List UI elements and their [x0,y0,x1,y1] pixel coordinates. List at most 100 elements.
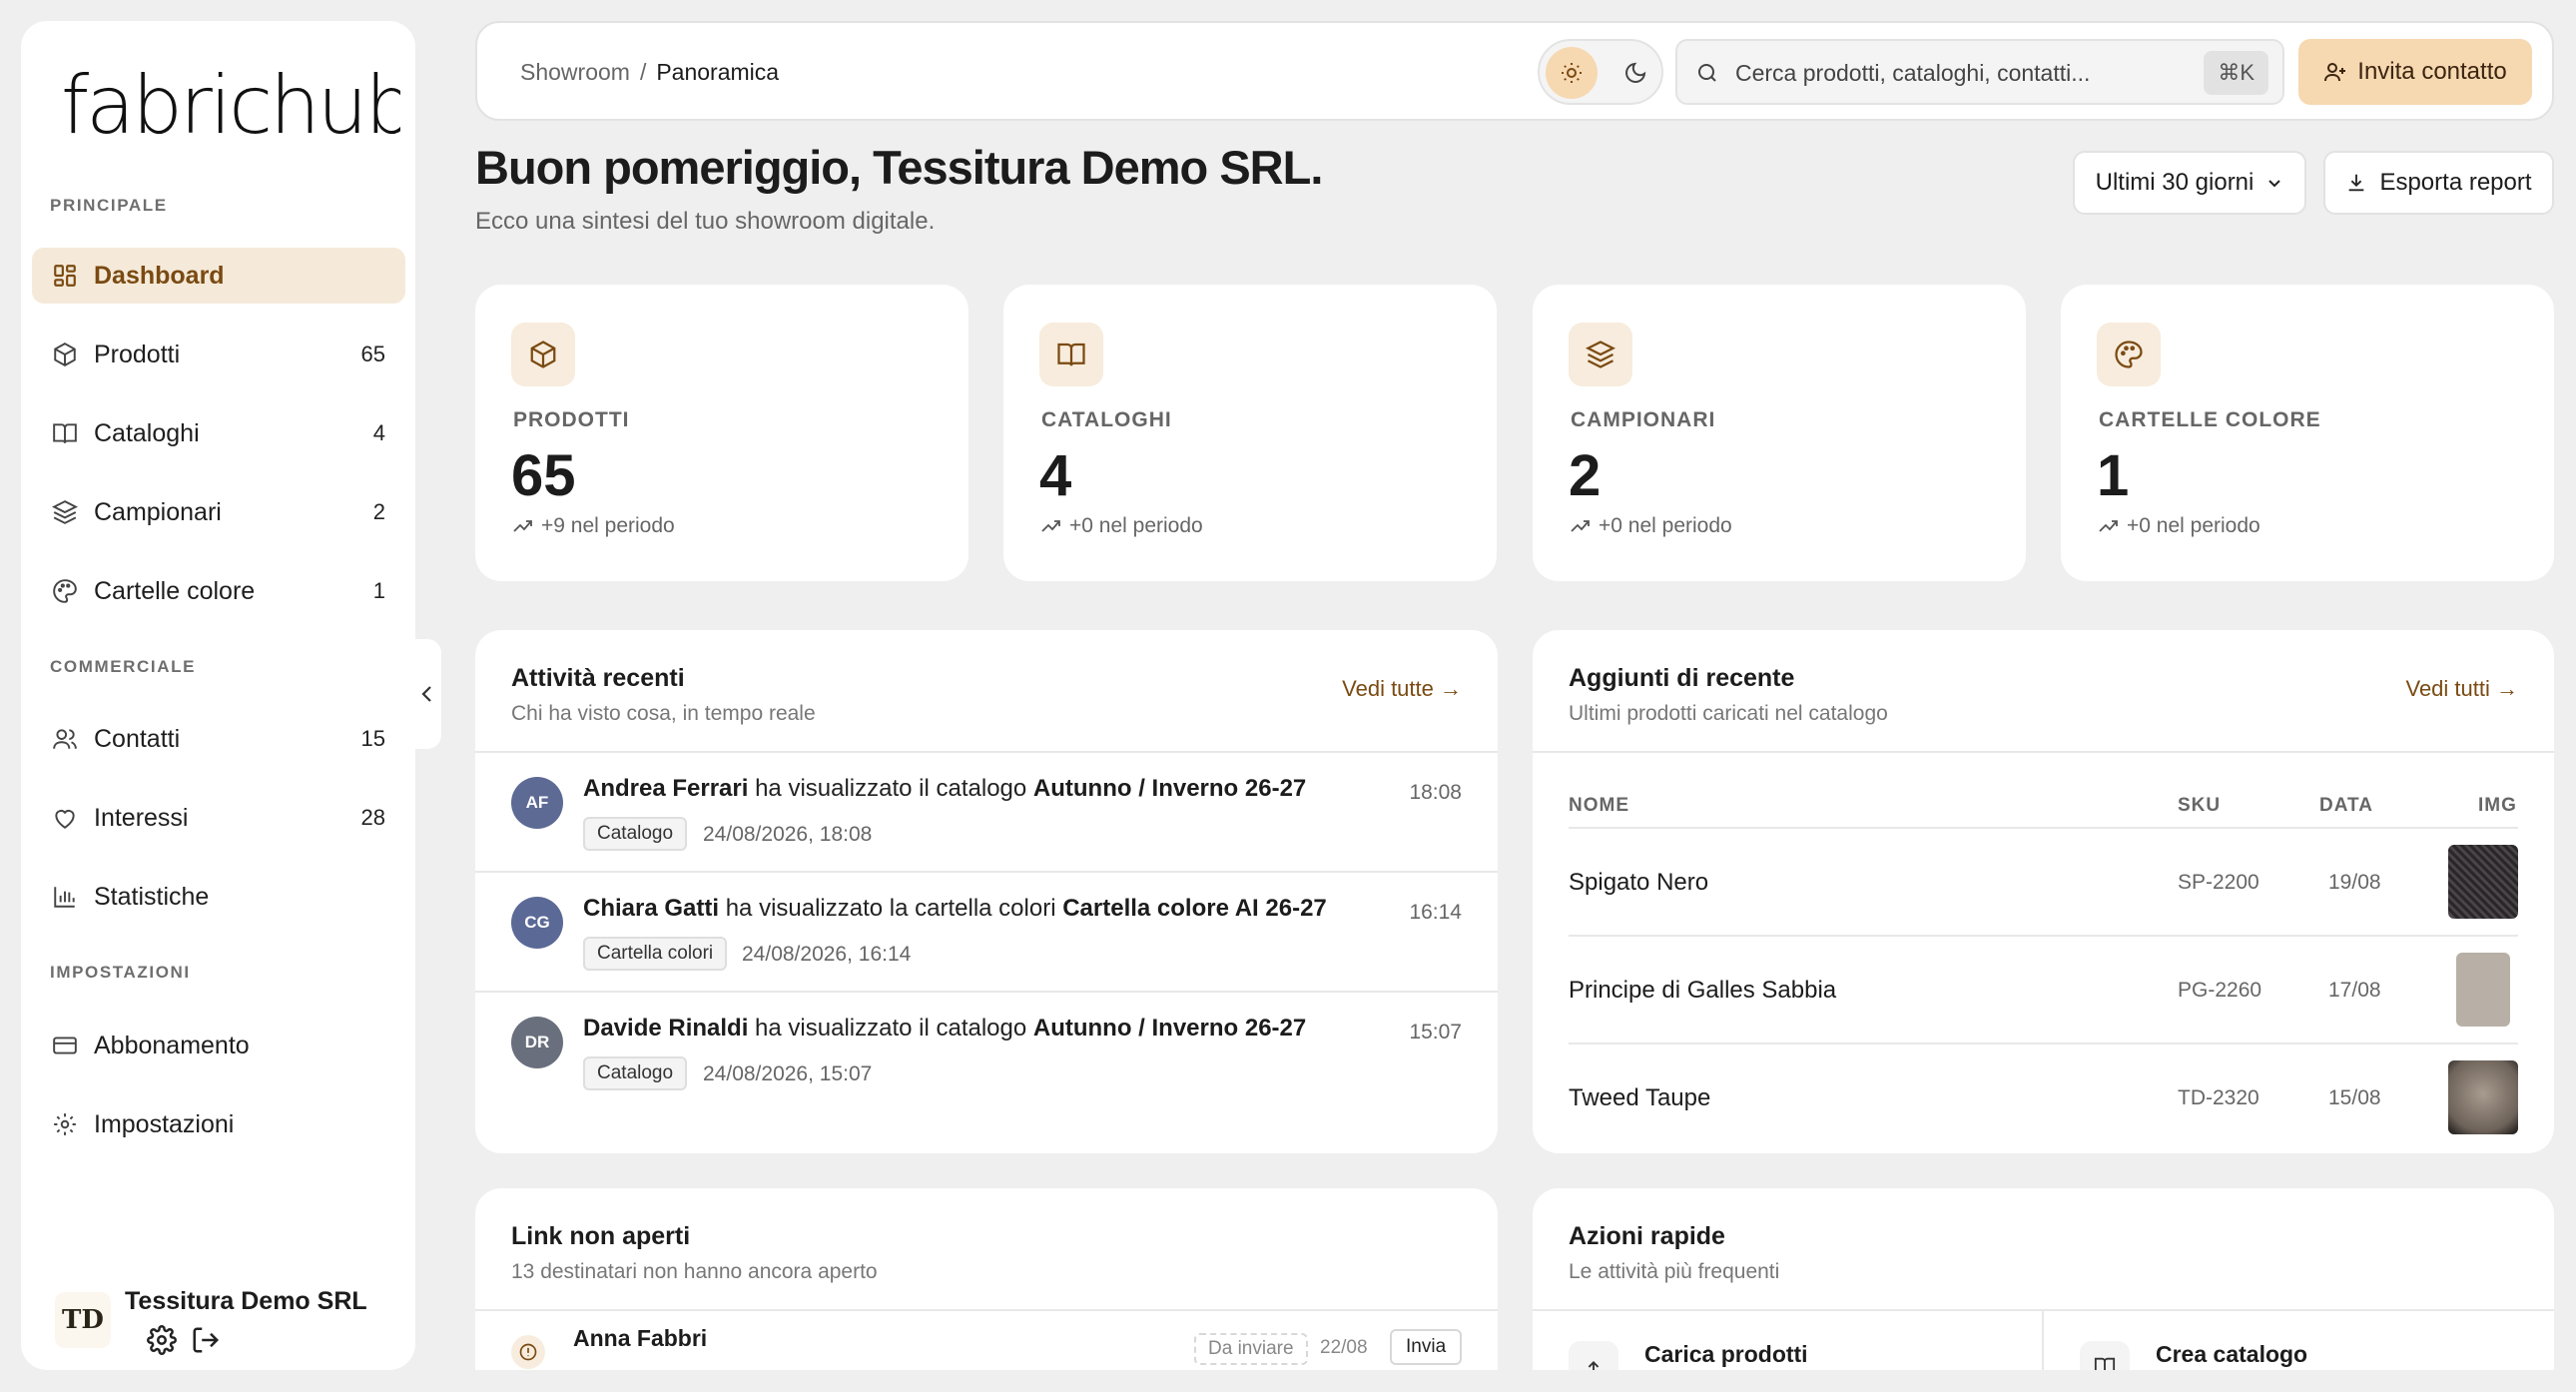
trending-up-icon [1041,520,1060,532]
activity-row[interactable]: AF Andrea Ferrari ha visualizzato il cat… [475,753,1498,873]
stat-value: 2 [1569,443,1602,508]
activity-time: 18:08 [1409,781,1462,804]
product-thumbnail [2448,845,2518,919]
stat-label: CAMPIONARI [1571,408,1716,431]
activity-date: 24/08/2026, 18:08 [703,823,873,846]
avatar[interactable]: TD [55,1292,111,1348]
layers-icon [52,500,78,524]
sidebar-item-label: Abbonamento [94,1031,250,1059]
activity-user: Chiara Gatti [583,895,720,922]
activity-user: Davide Rinaldi [583,1015,749,1042]
breadcrumb-separator: / [639,59,647,85]
activity-row[interactable]: DR Davide Rinaldi ha visualizzato il cat… [475,993,1498,1112]
unopened-links-panel: Link non aperti 13 destinatari non hanno… [475,1188,1498,1370]
period-select[interactable]: Ultimi 30 giorni [2073,151,2306,215]
table-row[interactable]: Principe di Galles Sabbia PG-2260 17/08 [1569,935,2518,1043]
section-label-impostazioni: IMPOSTAZIONI [50,963,191,982]
activity-target: Autunno / Inverno 26-27 [1032,1015,1307,1042]
stat-delta-text: +0 nel periodo [1069,514,1203,537]
product-date: 17/08 [2328,979,2381,1002]
activity-action: ha visualizzato il catalogo [755,1015,1027,1042]
stat-card-cataloghi[interactable]: CATALOGHI 4 +0 nel periodo [1003,285,1497,581]
trending-up-icon [513,520,532,532]
list-item[interactable]: Anna Fabbri Da inviare 22/08 Invia [475,1309,1498,1370]
invite-contact-label: Invita contatto [2357,58,2507,85]
sidebar-item-impostazioni[interactable]: Impostazioni [32,1096,405,1152]
export-report-button[interactable]: Esporta report [2323,151,2554,215]
export-report-label: Esporta report [2379,169,2532,196]
table-row[interactable]: Spigato Nero SP-2200 19/08 [1569,827,2518,935]
table-row[interactable]: Tweed Taupe TD-2320 15/08 [1569,1043,2518,1150]
stat-label: CARTELLE COLORE [2099,408,2321,431]
stat-card-campionari[interactable]: CAMPIONARI 2 +0 nel periodo [1533,285,2026,581]
activity-text: Chiara Gatti ha visualizzato la cartella… [583,895,1327,923]
activity-target: Autunno / Inverno 26-27 [1032,775,1307,802]
sidebar-item-cartelle-colore[interactable]: Cartelle colore 1 [32,563,405,619]
sidebar-item-prodotti[interactable]: Prodotti 65 [32,327,405,382]
book-icon [53,423,77,443]
stat-card-cartelle-colore[interactable]: CARTELLE COLORE 1 +0 nel periodo [2061,285,2554,581]
activity-row[interactable]: CG Chiara Gatti ha visualizzato la carte… [475,873,1498,993]
sidebar-item-interessi[interactable]: Interessi 28 [32,790,405,846]
page-title: Buon pomeriggio, Tessitura Demo SRL. [475,141,1323,194]
chevron-down-icon [2268,180,2281,188]
sidebar-item-abbonamento[interactable]: Abbonamento [32,1018,405,1073]
theme-toggle [1538,39,1663,105]
stat-delta: +0 nel periodo [1571,514,1732,538]
column-header-name[interactable]: NOME [1569,795,1629,817]
sidebar-item-statistiche[interactable]: Statistiche [32,869,405,925]
topbar: Showroom / Panoramica ⌘K Invita contatto [475,21,2554,121]
activity-tag: Cartella colori [583,937,728,971]
breadcrumb-parent[interactable]: Showroom [520,59,630,86]
column-header-date[interactable]: DATA [2319,795,2373,817]
fabrichub-logo[interactable]: fabrichub [61,51,400,151]
quick-action-upload[interactable]: Carica prodotti [1533,1311,2042,1370]
avatar: DR [511,1017,563,1068]
stat-delta: +9 nel periodo [513,514,675,538]
stat-delta: +0 nel periodo [1041,514,1203,538]
sidebar-item-cataloghi[interactable]: Cataloghi 4 [32,405,405,461]
page-subtitle: Ecco una sintesi del tuo showroom digita… [475,208,936,235]
quick-action-create-catalog[interactable]: Crea catalogo [2044,1311,2554,1370]
sidebar-item-count: 15 [360,726,385,751]
stat-delta-text: +9 nel periodo [541,514,675,537]
activity-text: Davide Rinaldi ha visualizzato il catalo… [583,1015,1306,1043]
users-icon [53,729,77,749]
divider [1533,751,2554,753]
panel-subtitle: Le attività più frequenti [1569,1260,1780,1283]
column-header-img: IMG [2478,795,2517,816]
sidebar-item-contatti[interactable]: Contatti 15 [32,711,405,767]
sidebar-item-label: Cartelle colore [94,576,256,605]
light-theme-button[interactable] [1546,47,1598,99]
product-name: Spigato Nero [1569,869,1709,896]
card-icon [53,1037,77,1054]
sidebar-collapse-toggle[interactable] [413,639,441,749]
stat-delta-text: +0 nel periodo [2127,514,2260,537]
send-button[interactable]: Invia [1390,1329,1463,1365]
column-header-sku[interactable]: SKU [2178,795,2221,817]
quick-actions-panel: Azioni rapide Le attività più frequenti … [1533,1188,2554,1370]
book-icon [2080,1341,2130,1370]
search-input[interactable] [1735,55,2195,91]
view-all-activity-link[interactable]: Vedi tutte → [1342,676,1462,702]
gear-icon[interactable] [147,1325,177,1355]
status-badge: Da inviare [1194,1333,1308,1365]
sidebar-item-count: 28 [360,805,385,830]
recent-products-panel: Aggiunti di recente Ultimi prodotti cari… [1533,630,2554,1153]
sidebar-item-dashboard[interactable]: Dashboard [32,248,405,304]
activity-user: Andrea Ferrari [583,775,749,802]
logout-icon[interactable] [191,1325,221,1355]
product-thumbnail [2448,1060,2518,1134]
stat-card-prodotti[interactable]: PRODOTTI 65 +9 nel periodo [475,285,968,581]
sidebar-item-label: Dashboard [94,261,225,290]
user-name: Tessitura Demo SRL [125,1287,367,1315]
stat-value: 65 [511,443,576,508]
stat-delta: +0 nel periodo [2099,514,2260,538]
sidebar-item-campionari[interactable]: Campionari 2 [32,484,405,540]
product-sku: SP-2200 [2178,871,2259,894]
dark-theme-button[interactable] [1610,47,1661,99]
sidebar: fabrichub PRINCIPALE Dashboard Prodotti … [21,21,415,1370]
invite-contact-button[interactable]: Invita contatto [2298,39,2532,105]
view-all-products-link[interactable]: Vedi tutti → [2405,676,2518,702]
product-sku: PG-2260 [2178,979,2262,1002]
